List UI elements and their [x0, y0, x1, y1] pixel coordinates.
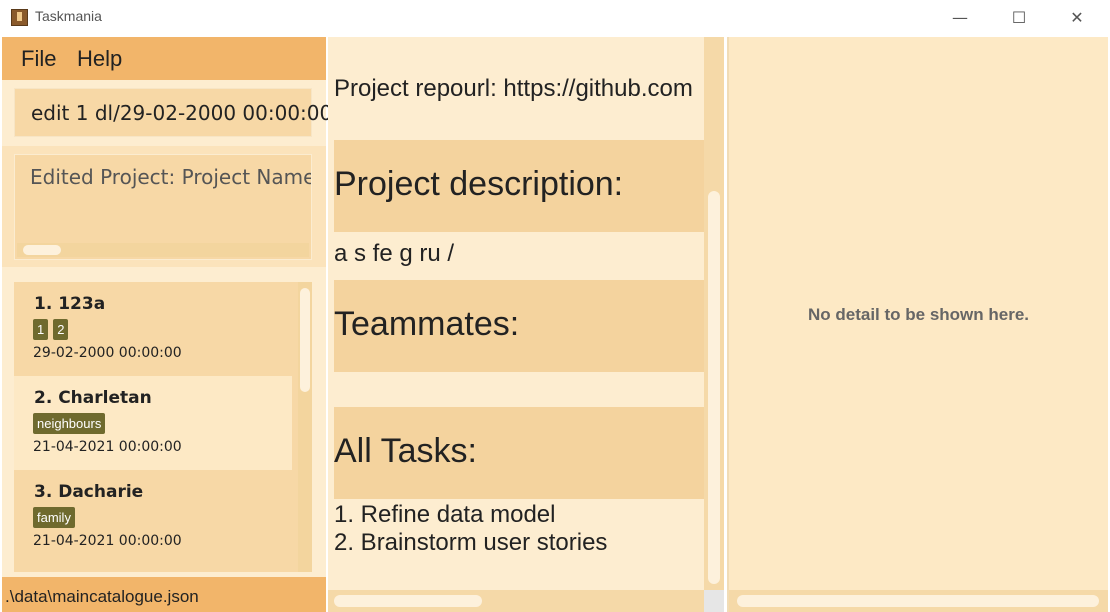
project-card-deadline: 29-02-2000 00:00:00: [33, 345, 182, 361]
project-list: 1. 123a 1 2 29-02-2000 00:00:00 2. Charl…: [14, 282, 312, 572]
result-display: Edited Project: Project Name: 123a Deadl…: [14, 154, 312, 260]
task-detail-scroll-thumb[interactable]: [737, 595, 1099, 607]
result-area: Edited Project: Project Name: 123a Deadl…: [2, 146, 326, 267]
left-panel: File Help edit 1 dl/29-02-2000 00:00:00 …: [2, 37, 332, 612]
detail-vertical-scrollbar[interactable]: [704, 37, 724, 590]
description-header: Project description:: [334, 140, 704, 232]
title-bar: Taskmania — ☐ ✕: [0, 0, 1110, 36]
project-description: a s fe g ru /: [334, 240, 455, 267]
task-item[interactable]: 2. Brainstorm user stories: [334, 529, 607, 557]
project-card-deadline: 21-04-2021 00:00:00: [33, 533, 182, 549]
tasks-heading: All Tasks:: [334, 432, 477, 470]
project-card[interactable]: 1. 123a 1 2 29-02-2000 00:00:00: [14, 282, 292, 376]
project-list-area: 1. 123a 1 2 29-02-2000 00:00:00 2. Charl…: [2, 270, 326, 574]
tag-badge: family: [33, 507, 75, 528]
result-horizontal-scrollbar[interactable]: [17, 243, 309, 257]
minimize-button[interactable]: —: [937, 4, 983, 32]
tag-badge: 2: [53, 319, 69, 340]
project-list-scrollbar[interactable]: [298, 282, 312, 572]
project-card-deadline: 21-04-2021 00:00:00: [33, 439, 182, 455]
teammates-header: Teammates:: [334, 280, 704, 372]
app-icon: [11, 9, 28, 26]
detail-horizontal-scrollbar[interactable]: [328, 590, 704, 612]
tag-badge: neighbours: [33, 413, 106, 434]
result-text: Edited Project: Project Name: 123a Deadl…: [30, 165, 311, 189]
detail-vertical-scroll-thumb[interactable]: [708, 191, 720, 584]
teammates-heading: Teammates:: [334, 305, 520, 343]
result-scroll-thumb[interactable]: [23, 245, 61, 255]
empty-detail-message: No detail to be shown here.: [807, 305, 1030, 324]
project-list-scroll-thumb[interactable]: [300, 288, 310, 392]
detail-horizontal-scroll-thumb[interactable]: [334, 595, 482, 607]
command-area: edit 1 dl/29-02-2000 00:00:00: [2, 80, 332, 142]
close-button[interactable]: ✕: [1054, 4, 1100, 32]
project-card-tags: family: [33, 507, 75, 528]
command-input-value: edit 1 dl/29-02-2000 00:00:00: [31, 101, 333, 125]
status-bar: .\data\maincatalogue.json: [2, 577, 326, 612]
window-title: Taskmania: [35, 8, 102, 24]
project-card[interactable]: 2. Charletan neighbours 21-04-2021 00:00…: [14, 376, 292, 470]
command-input[interactable]: edit 1 dl/29-02-2000 00:00:00: [14, 88, 332, 137]
project-card-tags: neighbours: [33, 413, 106, 434]
task-detail-panel: No detail to be shown here.: [727, 37, 1108, 612]
task-detail-horizontal-scrollbar[interactable]: [729, 590, 1108, 612]
project-detail-panel: Project repourl: https://github.com Proj…: [328, 37, 724, 612]
project-card-title: 1. 123a: [34, 294, 106, 314]
project-card[interactable]: 3. Dacharie family 21-04-2021 00:00:00: [14, 470, 292, 564]
tag-badge: 1: [33, 319, 49, 340]
task-item[interactable]: 1. Refine data model: [334, 501, 555, 529]
project-card-title: 3. Dacharie: [34, 482, 144, 502]
project-card-tags: 1 2: [33, 319, 69, 340]
project-repourl: Project repourl: https://github.com: [334, 75, 693, 102]
tasks-header: All Tasks:: [334, 407, 704, 499]
maximize-button[interactable]: ☐: [996, 4, 1042, 32]
menu-help[interactable]: Help: [77, 46, 122, 72]
menu-bar: File Help: [2, 37, 326, 80]
description-heading: Project description:: [334, 165, 624, 203]
status-file-path: .\data\maincatalogue.json: [5, 587, 199, 606]
project-card-title: 2. Charletan: [34, 388, 152, 408]
scroll-corner: [704, 590, 724, 612]
menu-file[interactable]: File: [21, 46, 56, 72]
project-detail-content: Project repourl: https://github.com Proj…: [328, 37, 704, 590]
